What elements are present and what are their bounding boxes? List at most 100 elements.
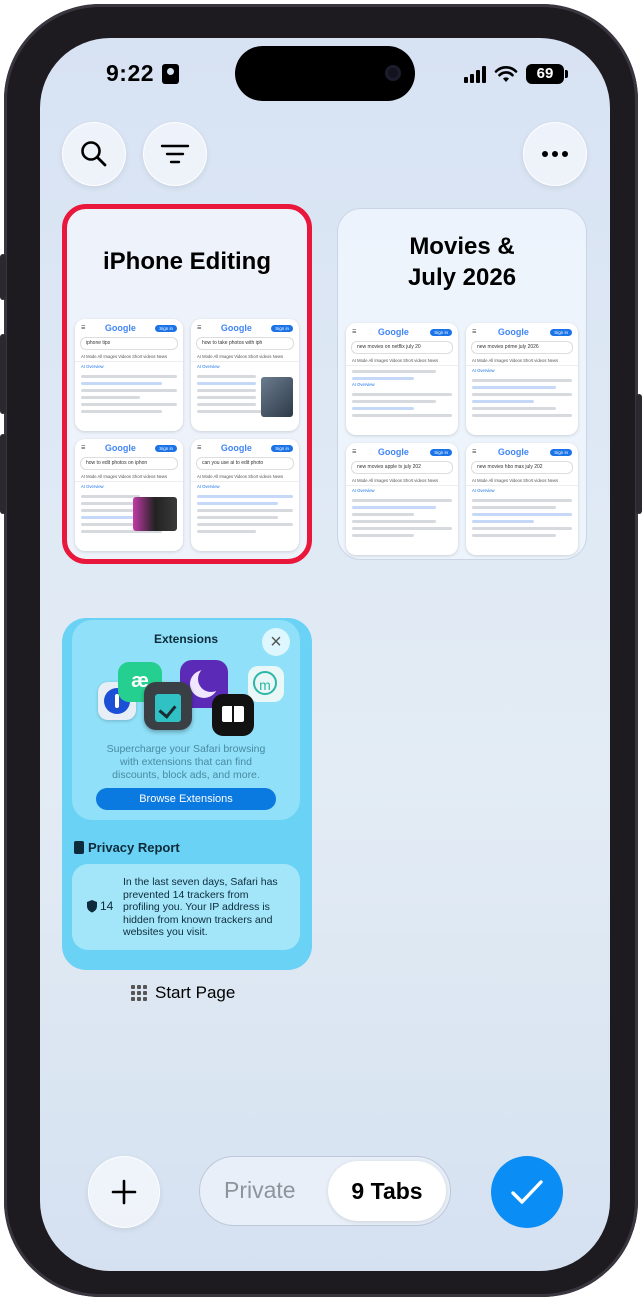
tab-group-movies[interactable]: Movies & July 2026 ☰ Google Sign in new mo… [337,208,587,560]
result-tabs: AI Mode All Images Videos Short videos N… [191,352,299,362]
google-logo: Google [104,443,136,453]
cellular-signal-icon [464,65,486,83]
filter-icon [160,144,190,164]
sign-in-button: Sign in [155,444,177,452]
extensions-panel: Extensions × æ m Supercharge your Safari… [72,620,300,820]
sign-in-button: Sign in [155,324,177,332]
menu-icon: ☰ [472,329,477,335]
checkmark-icon [511,1180,543,1204]
google-logo: Google [497,327,529,337]
tab-thumbnail[interactable]: ☰ Google Sign in new movies hbo max july 2… [466,443,578,555]
google-logo: Google [497,447,529,457]
plus-icon [111,1179,137,1205]
sign-in-button: Sign in [550,448,572,456]
tab-thumbnail[interactable]: ☰ Google Sign in new movies prime july 202… [466,323,578,435]
search-field: iphone tips [80,337,178,350]
google-logo: Google [104,323,136,333]
tab-thumbnail[interactable]: ☰ Google Sign in new movies on netflix jul… [346,323,458,435]
google-logo: Google [377,327,409,337]
screen: 9:22 69 iPhone Editing ☰ Google Sign in … [40,38,610,1271]
google-logo: Google [220,323,252,333]
result-tabs: AI Mode All Images Videos Short videos N… [191,472,299,482]
new-tab-button[interactable] [88,1156,160,1228]
ai-overview-label: AI Overview [197,484,220,489]
result-tabs: AI Mode All Images Videos Short videos N… [466,476,578,486]
google-logo: Google [377,447,409,457]
privacy-report-title: Privacy Report [88,840,180,855]
result-tabs: AI Mode All Images Videos Short videos N… [346,476,458,486]
ai-overview-label: AI Overview [81,364,104,369]
sign-in-button: Sign in [430,448,452,456]
search-field: can you use ai to edit photo [196,457,294,470]
tab-thumbnails: ☰ Google Sign in new movies on netflix jul… [346,323,578,555]
search-field: how to take photos with iph [196,337,294,350]
menu-icon: ☰ [197,445,202,451]
result-tabs: AI Mode All Images Videos Short videos N… [346,356,458,366]
menu-icon: ☰ [81,445,86,451]
status-time: 9:22 [106,60,155,86]
result-image [261,377,293,417]
tab-thumbnail[interactable]: ☰ Google Sign in how to edit photos on iph… [75,439,183,551]
private-tab-option[interactable]: Private [224,1177,296,1204]
dynamic-island [235,46,415,101]
action-button [0,254,6,300]
privacy-report-text: In the last seven days, Safari has preve… [123,876,278,938]
privacy-report-icon [74,841,84,854]
ai-overview-label: AI Overview [472,368,495,373]
result-tabs: AI Mode All Images Videos Short videos N… [75,352,183,362]
privacy-report-header: Privacy Report [74,840,180,855]
shopping-bag-app-icon [144,682,192,730]
menu-icon: ☰ [197,325,202,331]
ai-overview-label: AI Overview [352,382,375,387]
ai-overview-label: AI Overview [197,364,220,369]
tab-group-title: Movies & July 2026 [338,231,586,293]
more-button[interactable] [523,122,587,186]
wifi-icon [494,66,518,82]
phone-frame: 9:22 69 iPhone Editing ☰ Google Sign in … [0,4,642,1297]
filter-button[interactable] [143,122,207,186]
search-button[interactable] [62,122,126,186]
close-icon[interactable]: × [262,628,290,656]
focus-id-icon [162,64,179,84]
search-field: new movies apple tv july 202 [351,461,453,474]
search-field: new movies hbo max july 202 [471,461,573,474]
more-icon [542,151,568,157]
tab-group-title-line2: July 2026 [407,264,517,291]
start-page-card[interactable]: Extensions × æ m Supercharge your Safari… [62,618,312,970]
battery-indicator: 69 [526,64,568,84]
volume-down-button [0,434,6,514]
result-image [133,497,177,531]
shield-icon [87,900,97,913]
tab-group-title: iPhone Editing [103,248,271,275]
search-field: new movies on netflix july 20 [351,341,453,354]
tab-thumbnail[interactable]: ☰ Google Sign in can you use ai to edit ph… [191,439,299,551]
tab-thumbnail[interactable]: ☰ Google Sign in new movies apple tv july … [346,443,458,555]
tab-thumbnails: ☰ Google Sign in iphone tips AI Mode All I… [75,319,299,551]
reader-app-icon [212,694,254,736]
done-button[interactable] [491,1156,563,1228]
ai-overview-label: AI Overview [81,484,104,489]
memex-app-icon: m [248,666,284,702]
tracker-count-value: 14 [100,899,114,913]
sign-in-button: Sign in [430,328,452,336]
privacy-report-panel[interactable]: 14 In the last seven days, Safari has pr… [72,864,300,950]
search-icon [81,141,107,167]
google-logo: Google [220,443,252,453]
browse-extensions-button[interactable]: Browse Extensions [96,788,276,810]
extensions-description: Supercharge your Safari browsing with ex… [106,743,266,781]
menu-icon: ☰ [352,329,357,335]
ai-overview-label: AI Overview [472,488,495,493]
sign-in-button: Sign in [271,444,293,452]
tab-group-iphone-editing[interactable]: iPhone Editing ☰ Google Sign in iphone tip… [62,204,312,564]
search-field: new movies prime july 2026 [471,341,573,354]
bottom-toolbar: Private 9 Tabs [40,1150,610,1230]
tabs-count-option[interactable]: 9 Tabs [328,1161,446,1221]
tab-mode-switcher: Private 9 Tabs [199,1156,451,1226]
camera-icon [385,65,401,81]
status-indicators: 69 [464,64,568,84]
menu-icon: ☰ [352,449,357,455]
tab-thumbnail[interactable]: ☰ Google Sign in how to take photos with i… [191,319,299,431]
tab-thumbnail[interactable]: ☰ Google Sign in iphone tips AI Mode All I… [75,319,183,431]
grid-icon [131,985,147,1001]
tab-group-title-line1: Movies & [409,233,515,260]
